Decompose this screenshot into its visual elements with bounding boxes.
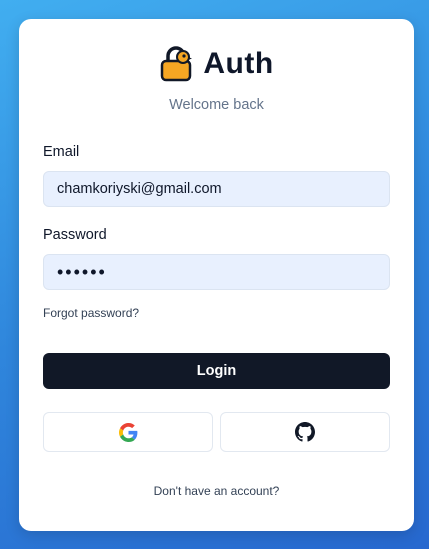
email-field[interactable]: chamkoriyski@gmail.com bbox=[43, 171, 390, 207]
github-icon bbox=[295, 422, 315, 442]
email-label: Email bbox=[43, 144, 80, 160]
google-icon bbox=[118, 422, 137, 442]
login-button[interactable]: Login bbox=[43, 353, 390, 389]
brand-header: Auth bbox=[19, 44, 414, 84]
padlock-bird-icon bbox=[161, 46, 193, 82]
welcome-subtitle: Welcome back bbox=[169, 97, 264, 113]
app-title: Auth bbox=[203, 47, 274, 80]
forgot-password-link[interactable]: Forgot password? bbox=[43, 306, 139, 320]
password-label: Password bbox=[43, 227, 107, 243]
github-login-button[interactable] bbox=[220, 412, 390, 452]
password-field[interactable]: •••••• bbox=[43, 254, 390, 290]
login-card: Auth Welcome back Email chamkoriyski@gma… bbox=[19, 19, 414, 531]
signup-prompt[interactable]: Don't have an account? bbox=[19, 484, 414, 498]
google-login-button[interactable] bbox=[43, 412, 213, 452]
